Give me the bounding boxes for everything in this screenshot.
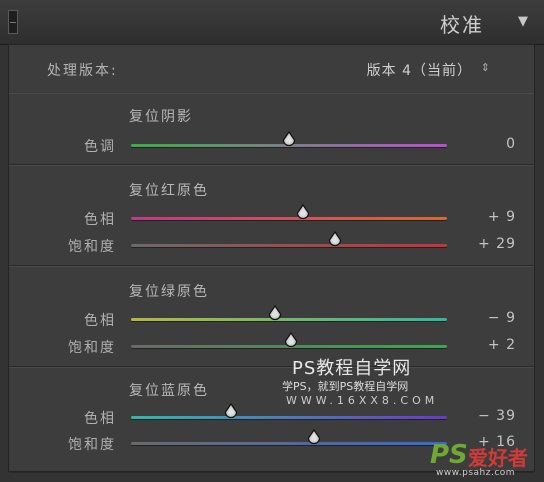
- slider-value[interactable]: + 29: [478, 236, 516, 252]
- slider-label: 色相: [84, 313, 116, 329]
- slider-value[interactable]: − 39: [478, 408, 516, 424]
- slider-track[interactable]: [131, 416, 447, 419]
- section-shadows: 复位阴影 色调 0: [9, 93, 534, 165]
- section-title[interactable]: 复位红原色: [129, 180, 209, 200]
- slider-value[interactable]: − 9: [488, 310, 516, 326]
- slider-label: 饱和度: [68, 437, 116, 453]
- collapse-square-icon[interactable]: [8, 10, 18, 34]
- panel-header[interactable]: 校准 ▼: [0, 0, 544, 45]
- section-title[interactable]: 复位阴影: [129, 106, 193, 126]
- panel-body: 处理版本: 版本 4（当前） ⇕ 复位阴影 色调 0 复位红原色 色相 + 9 …: [8, 44, 535, 473]
- slider-value[interactable]: 0: [506, 136, 516, 152]
- slider-label: 饱和度: [68, 340, 116, 356]
- slider-label: 色相: [84, 411, 116, 427]
- updown-arrows-icon[interactable]: ⇕: [481, 61, 490, 74]
- section-green-primary: 复位绿原色 色相 − 9 饱和度 + 2: [9, 266, 534, 367]
- panel-title: 校准: [440, 13, 484, 37]
- slider-value[interactable]: + 9: [488, 209, 516, 225]
- process-version-row: 处理版本: 版本 4（当前） ⇕: [9, 45, 534, 94]
- slider-track[interactable]: [131, 318, 447, 321]
- slider-label: 色相: [84, 212, 116, 228]
- slider-track[interactable]: [131, 442, 447, 445]
- section-red-primary: 复位红原色 色相 + 9 饱和度 + 29: [9, 165, 534, 266]
- slider-track[interactable]: [131, 217, 447, 220]
- slider-value[interactable]: + 2: [488, 337, 516, 353]
- calibration-panel: 校准 ▼ 处理版本: 版本 4（当前） ⇕ 复位阴影 色调 0 复位红原色 色相…: [0, 0, 544, 482]
- process-version-label: 处理版本:: [47, 63, 118, 79]
- slider-track[interactable]: [131, 244, 447, 247]
- brand-ps: PS: [430, 440, 468, 470]
- brand-url: www.psahz.com: [436, 468, 516, 478]
- brand-logo: PS 爱好者 www.psahz.com: [430, 440, 540, 480]
- slider-label: 色调: [84, 139, 116, 155]
- slider-label: 饱和度: [68, 239, 116, 255]
- brand-cn: 爱好者: [468, 446, 528, 470]
- process-version-select[interactable]: 版本 4（当前）: [367, 60, 472, 80]
- triangle-down-icon[interactable]: ▼: [518, 14, 528, 29]
- section-title[interactable]: 复位蓝原色: [129, 380, 209, 400]
- section-title[interactable]: 复位绿原色: [129, 281, 209, 301]
